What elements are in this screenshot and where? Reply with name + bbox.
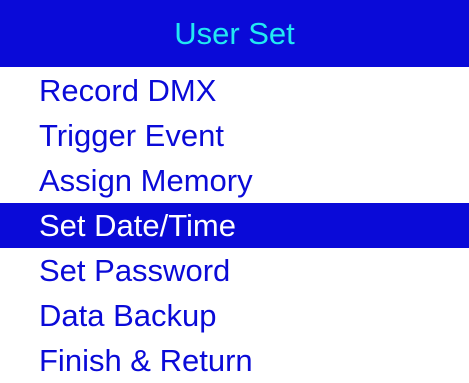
menu-item-trigger-event[interactable]: Trigger Event bbox=[0, 113, 469, 158]
menu-item-set-date-time[interactable]: Set Date/Time bbox=[0, 203, 469, 248]
menu-item-set-password[interactable]: Set Password bbox=[0, 248, 469, 293]
user-set-screen: User Set Record DMX Trigger Event Assign… bbox=[0, 0, 469, 381]
menu-header: User Set bbox=[0, 0, 469, 67]
menu-item-assign-memory[interactable]: Assign Memory bbox=[0, 158, 469, 203]
menu-item-record-dmx[interactable]: Record DMX bbox=[0, 68, 469, 113]
menu-title: User Set bbox=[174, 16, 295, 51]
menu-item-finish-return[interactable]: Finish & Return bbox=[0, 338, 469, 383]
user-set-menu: Record DMX Trigger Event Assign Memory S… bbox=[0, 68, 469, 383]
menu-item-data-backup[interactable]: Data Backup bbox=[0, 293, 469, 338]
